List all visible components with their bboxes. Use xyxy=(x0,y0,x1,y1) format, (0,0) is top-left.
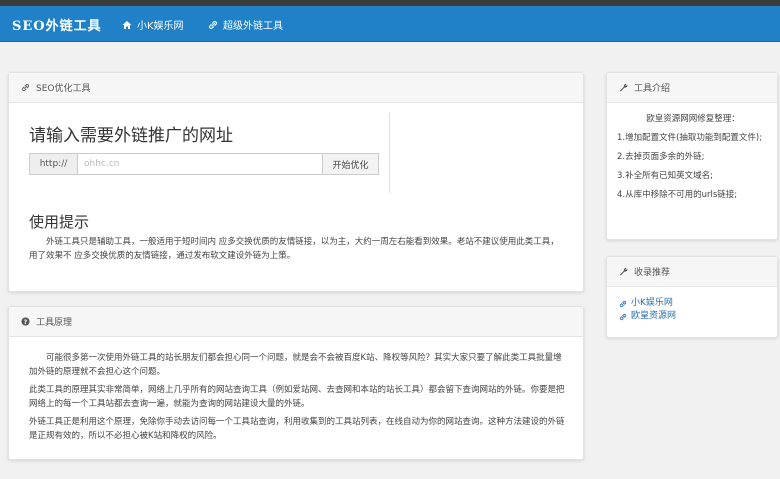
intro-item: 2.去掉页面多余的外链; xyxy=(617,152,705,162)
recommend-panel: 收录推荐 小K娱乐网 欧皇资源网 xyxy=(606,256,778,338)
nav-item-label: 小K娱乐网 xyxy=(137,21,184,32)
intro-item: 1.增加配置文件(抽取功能到配置文件); xyxy=(617,133,763,143)
panel-title: 收录推荐 xyxy=(634,268,671,278)
top-navbar: SEO外链工具 小K娱乐网 超级外链工具 xyxy=(0,6,780,42)
tool-intro-panel: 工具介绍 欧皇资源网网修复整理： 1.增加配置文件(抽取功能到配置文件); 2.… xyxy=(606,72,778,240)
recommend-link[interactable]: 欧皇资源网 xyxy=(619,310,765,323)
tips-text: 外链工具只是辅助工具，一般适用于短时间内 应多交换优质的友情链接，以为主，大约一… xyxy=(29,237,559,261)
intro-item: 3.补全所有已知英文域名; xyxy=(617,171,713,181)
nav-item-super-link-tool[interactable]: 超级外链工具 xyxy=(208,17,283,32)
wrench-icon xyxy=(619,83,628,92)
start-optimize-button[interactable]: 开始优化 xyxy=(323,153,379,175)
principle-panel: ? 工具原理 可能很多第一次使用外链工具的站长朋友们都会担心同一个问题，就是会不… xyxy=(8,306,584,460)
url-input[interactable] xyxy=(77,153,323,175)
panel-header: 工具介绍 xyxy=(607,73,777,103)
intro-item: 4.从库中移除不可用的urls链接; xyxy=(617,190,738,200)
svg-text:?: ? xyxy=(24,319,28,326)
url-input-group: http:// 开始优化 xyxy=(29,153,379,175)
brand-logo[interactable]: SEO外链工具 xyxy=(12,15,102,34)
nav-item-label: 超级外链工具 xyxy=(223,21,283,32)
nav-item-home[interactable]: 小K娱乐网 xyxy=(122,17,184,32)
panel-title: SEO优化工具 xyxy=(36,84,91,94)
wrench-icon xyxy=(619,267,628,276)
link-icon xyxy=(209,20,217,29)
panel-header: 收录推荐 xyxy=(607,257,777,287)
link-icon xyxy=(619,313,627,320)
link-icon xyxy=(619,300,627,307)
intro-title: 欧皇资源网网修复整理： xyxy=(646,114,740,124)
link-icon xyxy=(21,83,30,92)
divider xyxy=(389,113,390,193)
seo-panel: SEO优化工具 请输入需要外链推广的网址 http:// 开始优化 使用提示 外… xyxy=(8,72,584,292)
recommend-link[interactable]: 小K娱乐网 xyxy=(619,297,765,310)
recommend-link-label: 欧皇资源网 xyxy=(631,311,677,321)
panel-title: 工具原理 xyxy=(36,318,73,328)
panel-header: SEO优化工具 xyxy=(9,73,583,103)
page-heading: 请输入需要外链推广的网址 xyxy=(29,126,233,146)
home-icon xyxy=(122,20,132,29)
url-prefix: http:// xyxy=(29,153,77,175)
panel-title: 工具介绍 xyxy=(634,84,671,94)
tips-heading: 使用提示 xyxy=(29,213,90,231)
paragraph: 此类工具的原理其实非常简单，网络上几乎所有的网站查询工具（例如爱站网、去查网和本… xyxy=(29,385,565,409)
paragraph: 外链工具正是利用这个原理，免除你手动去访问每一个工具站查询，利用收集到的工具站列… xyxy=(29,417,565,441)
question-circle-icon: ? xyxy=(21,317,30,326)
recommend-link-label: 小K娱乐网 xyxy=(631,298,673,308)
paragraph: 可能很多第一次使用外链工具的站长朋友们都会担心同一个问题，就是会不会被百度K站、… xyxy=(29,353,562,377)
panel-header: ? 工具原理 xyxy=(9,307,583,337)
